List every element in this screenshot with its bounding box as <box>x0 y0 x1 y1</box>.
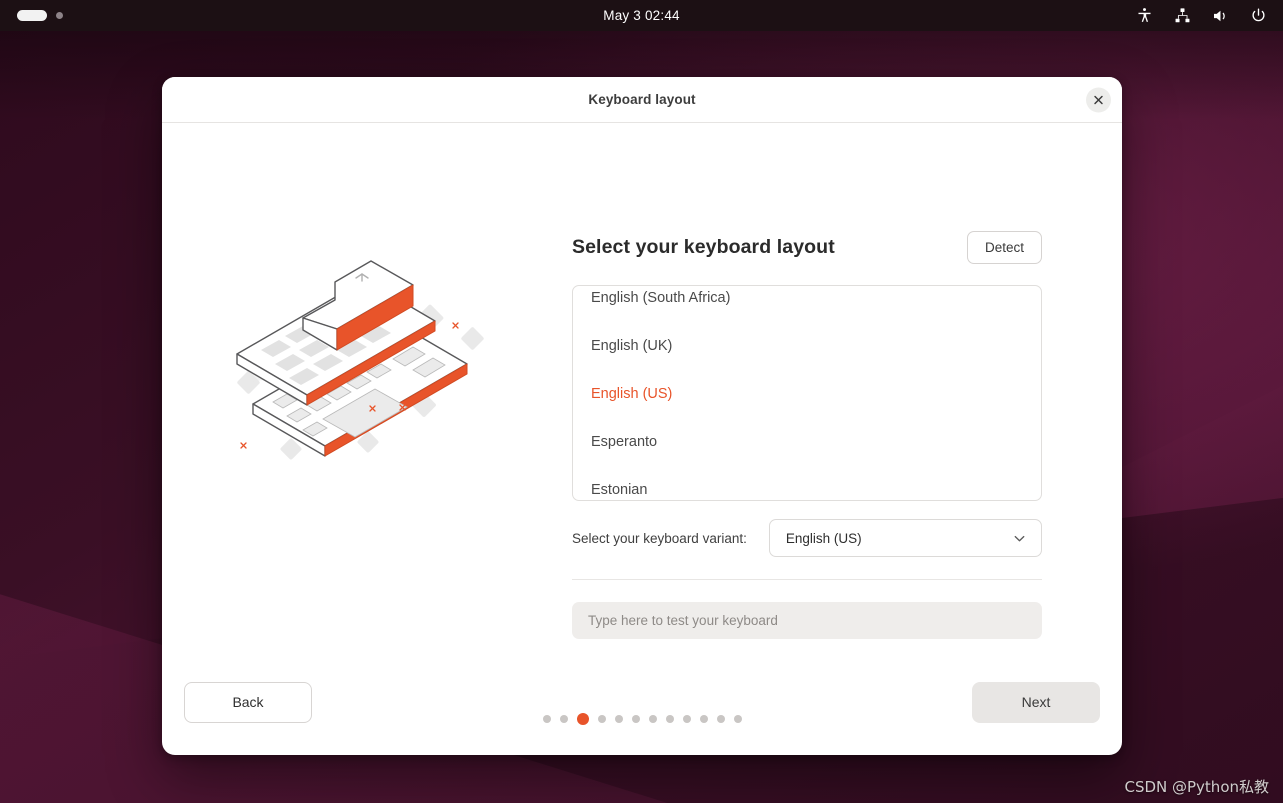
list-item[interactable]: English (UK) <box>573 322 1041 370</box>
list-item[interactable]: Esperanto <box>573 418 1041 466</box>
list-item[interactable]: Estonian <box>573 466 1041 500</box>
progress-dot-active <box>576 713 589 725</box>
progress-dot <box>614 715 623 723</box>
back-button[interactable]: Back <box>184 681 312 723</box>
watermark: CSDN @Python私教 <box>1124 778 1269 796</box>
progress-dot <box>665 715 674 723</box>
keyboard-test-input[interactable] <box>572 602 1042 639</box>
power-icon[interactable] <box>1247 5 1269 27</box>
window-body: Select your keyboard layout Detect Engli… <box>162 123 1122 669</box>
keyboard-layout-list-inner: English (South Africa) English (UK) Engl… <box>573 286 1041 500</box>
window-header: Keyboard layout <box>162 77 1122 123</box>
accessibility-icon[interactable] <box>1133 5 1155 27</box>
window-footer: Back Next <box>162 669 1122 755</box>
progress-dot <box>597 715 606 723</box>
desktop: May 3 02:44 Keyboard layout Select your … <box>0 0 1283 803</box>
illustration-pane <box>162 123 572 669</box>
variant-label: Select your keyboard variant: <box>572 530 747 546</box>
progress-dot <box>559 715 568 723</box>
progress-dot <box>716 715 725 723</box>
detect-button[interactable]: Detect <box>966 231 1042 264</box>
network-icon[interactable] <box>1171 5 1193 27</box>
volume-icon[interactable] <box>1209 5 1231 27</box>
form-pane: Select your keyboard layout Detect Engli… <box>572 123 1122 669</box>
list-item[interactable]: English (South Africa) <box>573 286 1041 322</box>
keyboard-variant-dropdown[interactable]: English (US) <box>768 519 1042 557</box>
page-title: Select your keyboard layout <box>572 236 835 258</box>
window-indicator-pill[interactable] <box>17 10 47 21</box>
keyboard-illustration <box>236 260 484 460</box>
variant-selected-value: English (US) <box>785 530 862 546</box>
variant-row: Select your keyboard variant: English (U… <box>572 519 1042 557</box>
window-title: Keyboard layout <box>588 92 696 107</box>
window-indicator-dot[interactable] <box>56 12 63 19</box>
close-icon[interactable] <box>1086 87 1111 112</box>
top-bar-status-area[interactable] <box>1133 5 1283 27</box>
clock[interactable]: May 3 02:44 <box>0 8 1283 23</box>
top-bar: May 3 02:44 <box>0 0 1283 31</box>
section-divider <box>572 579 1042 580</box>
progress-dot <box>733 715 742 723</box>
progress-dot <box>682 715 691 723</box>
progress-dot <box>631 715 640 723</box>
next-button[interactable]: Next <box>972 681 1100 723</box>
top-bar-left <box>0 10 63 21</box>
chevron-down-icon <box>1012 531 1027 546</box>
progress-dot <box>542 715 551 723</box>
progress-dot <box>699 715 708 723</box>
progress-dot <box>648 715 657 723</box>
list-item-selected[interactable]: English (US) <box>573 370 1041 418</box>
keyboard-layout-list[interactable]: English (South Africa) English (UK) Engl… <box>572 285 1042 501</box>
heading-row: Select your keyboard layout Detect <box>572 231 1042 264</box>
installer-window: Keyboard layout Select your keyboard lay… <box>162 77 1122 755</box>
